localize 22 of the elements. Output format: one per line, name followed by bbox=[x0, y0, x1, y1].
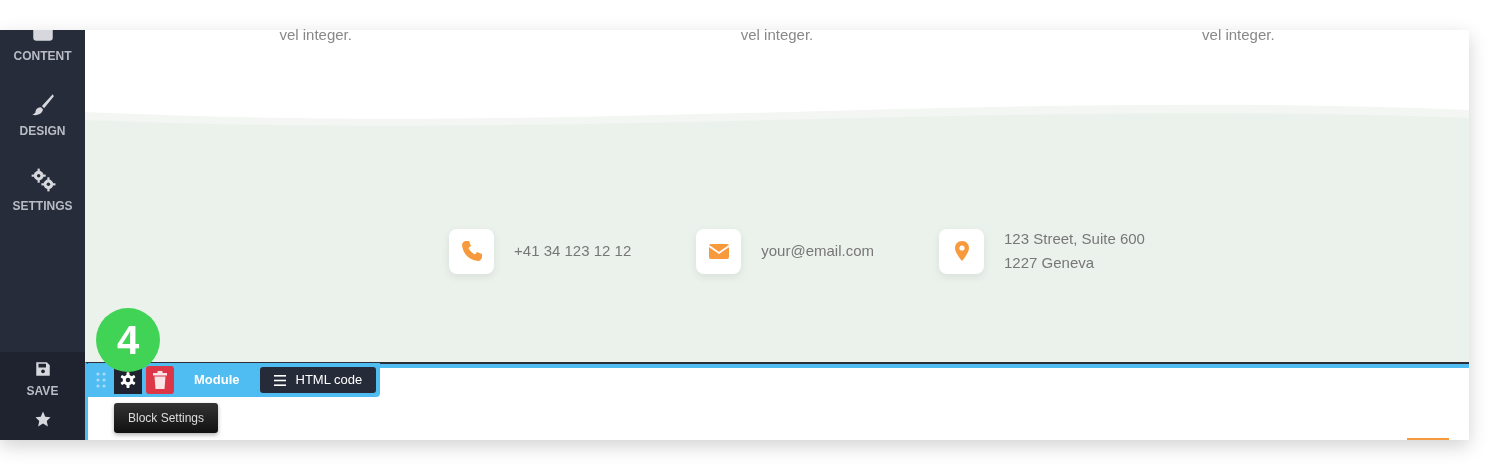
contact-text: 123 Street, Suite 600 bbox=[1004, 229, 1145, 249]
phone-icon bbox=[459, 239, 484, 263]
feature-text: vel integer. bbox=[1202, 26, 1275, 43]
feature-text: vel integer. bbox=[740, 26, 814, 43]
tooltip: Block Settings bbox=[114, 403, 219, 433]
contact-text: +41 34 123 12 12 bbox=[514, 241, 632, 261]
contact-text: your@email.com bbox=[761, 241, 874, 261]
save-button[interactable]: SAVE bbox=[26, 382, 59, 400]
sidebar-item[interactable]: DESIGN bbox=[19, 121, 66, 140]
contact-text: 1227 Geneva bbox=[1004, 253, 1096, 273]
star-icon[interactable] bbox=[33, 410, 52, 428]
sidebar-item[interactable]: CONTENT bbox=[13, 46, 72, 65]
html-code-button[interactable]: HTML code bbox=[259, 367, 377, 393]
module-label: Module bbox=[194, 371, 240, 390]
drag-handle-icon[interactable] bbox=[96, 372, 106, 388]
delete-button[interactable] bbox=[146, 366, 174, 394]
menu-icon bbox=[273, 374, 286, 386]
sidebar-item[interactable]: SETTINGS bbox=[12, 196, 73, 215]
feature-text: vel integer. bbox=[279, 26, 352, 43]
trash-icon bbox=[152, 371, 168, 389]
gears-icon[interactable] bbox=[29, 166, 56, 193]
settings-icon bbox=[119, 371, 137, 389]
